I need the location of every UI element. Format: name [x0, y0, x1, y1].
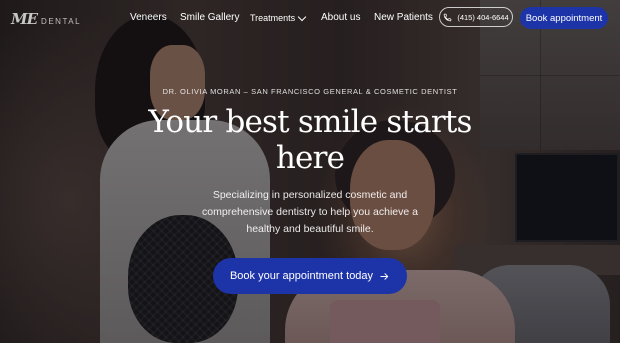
logo-wordmark: DENTAL — [41, 17, 82, 26]
phone-button[interactable]: (415) 404-6644 — [439, 7, 513, 27]
nav-veneers[interactable]: Veneers — [130, 12, 167, 23]
chevron-down-icon — [297, 12, 307, 21]
book-appointment-button[interactable]: Book appointment — [520, 7, 608, 29]
phone-number: (415) 404-6644 — [457, 12, 509, 22]
logo-mark: ME — [11, 10, 38, 28]
phone-icon — [444, 13, 452, 21]
nav-treatments[interactable]: Treatments — [250, 12, 307, 23]
hero-eyebrow: DR. OLIVIA MORAN – SAN FRANCISCO GENERAL… — [162, 87, 458, 96]
top-navigation: ME DENTAL Veneers Smile Gallery Treatmen… — [0, 0, 620, 36]
hero-subtext: Specializing in personalized cosmetic an… — [202, 189, 418, 235]
book-appointment-today-button[interactable]: Book your appointment today — [213, 258, 407, 294]
hero-headline: Your best smile starts here — [148, 104, 472, 176]
nav-smile-gallery[interactable]: Smile Gallery — [180, 12, 239, 23]
arrow-right-icon — [380, 272, 389, 280]
nav-treatments-label: Treatments — [250, 13, 296, 23]
nav-about-us[interactable]: About us — [321, 12, 360, 23]
site-logo[interactable]: ME DENTAL — [11, 10, 81, 28]
nav-new-patients[interactable]: New Patients — [374, 12, 433, 23]
cta-label: Book your appointment today — [229, 270, 374, 282]
